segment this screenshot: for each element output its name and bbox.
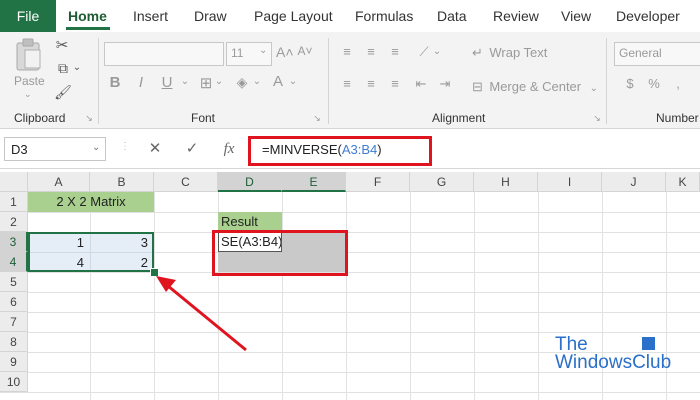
watermark-square-icon	[642, 337, 655, 350]
watermark-line-2: WindowsClub	[555, 352, 672, 373]
